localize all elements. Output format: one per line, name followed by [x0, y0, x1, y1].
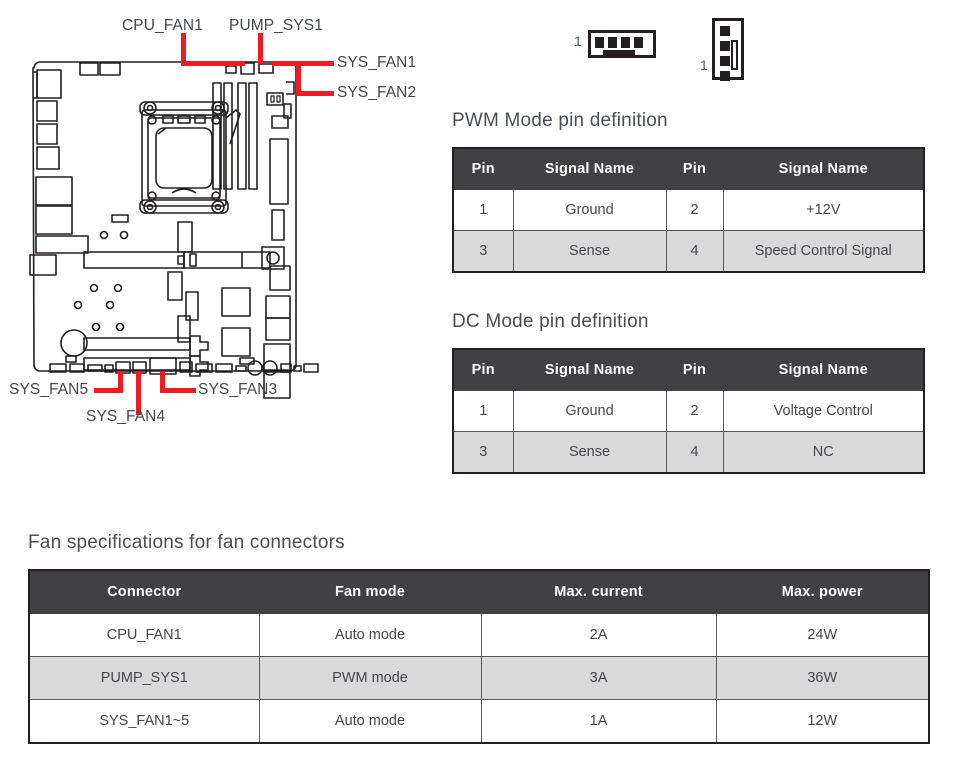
pin-3 [621, 37, 630, 48]
cell-connector: PUMP_SYS1 [28, 656, 260, 700]
leader-cpu-fan1-horizontal [181, 61, 245, 66]
vertical-header-pin-one-label: 1 [700, 57, 708, 73]
fan-connector-vertical-icon [712, 18, 744, 81]
pin-4 [634, 37, 643, 48]
cell-signal-1: Ground [512, 390, 667, 432]
dc-pin-definition-table: Pin Signal Name Pin Signal Name 1 Ground… [452, 348, 925, 474]
cell-max-power: 36W [715, 656, 930, 700]
callout-sys-fan4: SYS_FAN4 [86, 408, 166, 425]
callout-sys-fan2: SYS_FAN2 [337, 84, 417, 101]
cell-pin-1: 3 [452, 230, 514, 273]
table-row: 1 Ground 2 +12V [452, 189, 925, 231]
cell-pin-1: 1 [452, 390, 514, 432]
column-header-connector: Connector [28, 569, 260, 614]
cell-pin-2: 2 [665, 390, 724, 432]
table-row: 3 Sense 4 NC [452, 431, 925, 474]
cell-pin-2: 2 [665, 189, 724, 231]
table-row: 1 Ground 2 Voltage Control [452, 390, 925, 432]
leader-sys-fan5 [94, 388, 123, 393]
callout-cpu-fan1: CPU_FAN1 [122, 17, 203, 34]
column-header-max-power: Max. power [715, 569, 930, 614]
pin-1 [595, 37, 604, 48]
column-header-pin-1: Pin [452, 348, 514, 391]
cell-pin-2: 4 [665, 230, 724, 273]
column-header-pin-2: Pin [665, 147, 724, 190]
fan-specifications-title: Fan specifications for fan connectors [28, 532, 345, 553]
fan-specifications-table: Connector Fan mode Max. current Max. pow… [28, 569, 930, 744]
header-pins [595, 37, 643, 48]
cell-signal-1: Ground [512, 189, 667, 231]
cell-pin-2: 4 [665, 431, 724, 474]
column-header-max-current: Max. current [480, 569, 717, 614]
cell-signal-1: Sense [512, 431, 667, 474]
cell-connector: SYS_FAN1~5 [28, 699, 260, 744]
cell-max-power: 24W [715, 613, 930, 657]
cell-max-power: 12W [715, 699, 930, 744]
cell-fan-mode: PWM mode [258, 656, 482, 700]
dc-table-title: DC Mode pin definition [452, 311, 649, 332]
cell-signal-2: Voltage Control [722, 390, 925, 432]
pin-3 [720, 56, 730, 66]
leader-pump-sys1 [258, 33, 263, 64]
connector-latch-slot [731, 40, 738, 70]
connector-pins [720, 26, 730, 81]
table-header-row: Pin Signal Name Pin Signal Name [452, 348, 925, 391]
cell-max-current: 3A [480, 656, 717, 700]
fan-header-horizontal-icon [588, 30, 656, 58]
horizontal-header-pin-one-label: 1 [574, 33, 582, 49]
column-header-signal-name-2: Signal Name [722, 348, 925, 391]
leader-sys-fan2 [296, 91, 334, 96]
pin-1 [720, 26, 730, 36]
cell-fan-mode: Auto mode [258, 613, 482, 657]
header-notch [603, 49, 635, 56]
column-header-pin-2: Pin [665, 348, 724, 391]
callout-pump-sys1: PUMP_SYS1 [229, 17, 323, 34]
pwm-pin-definition-table: Pin Signal Name Pin Signal Name 1 Ground… [452, 147, 925, 273]
cell-max-current: 2A [480, 613, 717, 657]
callout-sys-fan5: SYS_FAN5 [9, 381, 89, 398]
cell-signal-1: Sense [512, 230, 667, 273]
cell-signal-2: +12V [722, 189, 925, 231]
column-header-signal-name-2: Signal Name [722, 147, 925, 190]
cell-connector: CPU_FAN1 [28, 613, 260, 657]
leader-sys-fan1 [272, 61, 334, 66]
pin-4 [720, 71, 730, 81]
leader-sys-fan3 [160, 388, 196, 393]
table-header-row: Connector Fan mode Max. current Max. pow… [28, 569, 930, 614]
cell-pin-1: 3 [452, 431, 514, 474]
table-row: SYS_FAN1~5 Auto mode 1A 12W [28, 699, 930, 744]
table-row: 3 Sense 4 Speed Control Signal [452, 230, 925, 273]
pwm-table-title: PWM Mode pin definition [452, 110, 668, 131]
motherboard-svg [29, 61, 319, 399]
column-header-signal-name-1: Signal Name [512, 147, 667, 190]
cell-fan-mode: Auto mode [258, 699, 482, 744]
column-header-signal-name-1: Signal Name [512, 348, 667, 391]
motherboard-diagram: CPU_FAN1 PUMP_SYS1 SYS_FAN1 SYS_FAN2 SYS… [0, 0, 440, 480]
callout-sys-fan1: SYS_FAN1 [337, 54, 417, 71]
callout-sys-fan3: SYS_FAN3 [198, 381, 278, 398]
cell-signal-2: Speed Control Signal [722, 230, 925, 273]
cell-signal-2: NC [722, 431, 925, 474]
table-row: CPU_FAN1 Auto mode 2A 24W [28, 613, 930, 657]
pin-2 [720, 41, 730, 51]
pin-2 [608, 37, 617, 48]
cell-max-current: 1A [480, 699, 717, 744]
column-header-pin-1: Pin [452, 147, 514, 190]
table-row: PUMP_SYS1 PWM mode 3A 36W [28, 656, 930, 700]
table-header-row: Pin Signal Name Pin Signal Name [452, 147, 925, 190]
column-header-fan-mode: Fan mode [258, 569, 482, 614]
cell-pin-1: 1 [452, 189, 514, 231]
